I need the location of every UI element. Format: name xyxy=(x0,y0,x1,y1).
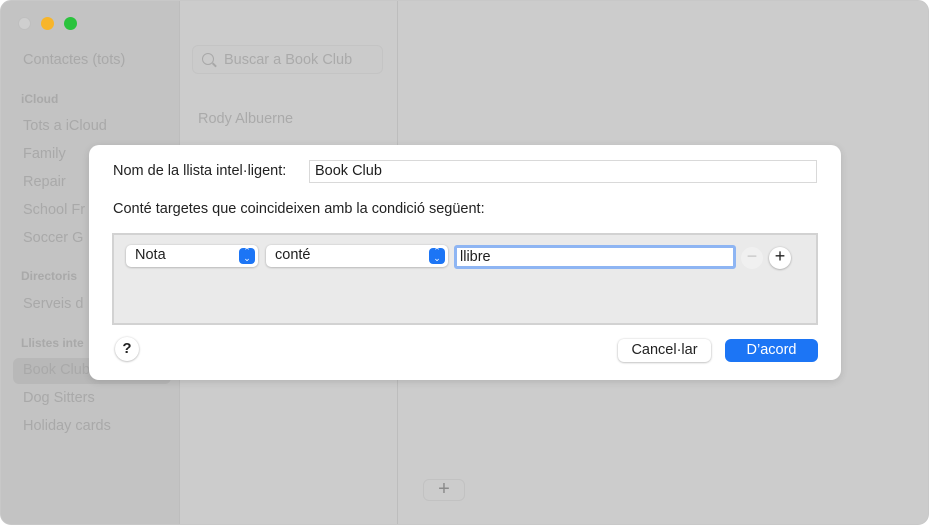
remove-rule-button[interactable]: − xyxy=(741,247,763,269)
sidebar-item[interactable]: School Fr xyxy=(23,202,85,218)
sidebar-item-selected[interactable]: Book Club xyxy=(23,362,90,378)
maximize-window-button[interactable] xyxy=(64,17,77,30)
minimize-window-button[interactable] xyxy=(41,17,54,30)
sidebar-item[interactable]: Holiday cards xyxy=(23,418,111,434)
popup-chevrons-icon: ⌃ ⌄ xyxy=(429,247,445,264)
sidebar-item[interactable]: Soccer G xyxy=(23,230,83,246)
list-name-field[interactable]: Book Club xyxy=(309,160,817,183)
contact-list-item[interactable]: Rody Albuerne xyxy=(198,111,293,127)
list-name-label: Nom de la llista intel·ligent: xyxy=(113,163,287,179)
condition-label: Conté targetes que coincideixen amb la c… xyxy=(113,201,485,217)
sidebar-section-smart-lists: Llistes inte xyxy=(21,336,84,350)
search-input[interactable]: Buscar a Book Club xyxy=(192,45,383,74)
sidebar-item[interactable]: Repair xyxy=(23,174,66,190)
operator-popup[interactable]: conté ⌃ ⌄ xyxy=(266,245,448,267)
popup-chevrons-icon: ⌃ ⌄ xyxy=(239,247,255,264)
search-icon xyxy=(202,53,214,65)
ok-button[interactable]: D’acord xyxy=(725,339,818,362)
cancel-button[interactable]: Cancel·lar xyxy=(618,339,711,362)
sidebar-item[interactable]: Tots a iCloud xyxy=(23,118,107,134)
search-placeholder: Buscar a Book Club xyxy=(224,52,353,68)
operator-popup-value: conté xyxy=(275,247,311,263)
field-popup[interactable]: Nota ⌃ ⌄ xyxy=(126,245,258,267)
field-popup-value: Nota xyxy=(135,247,166,263)
sidebar-item[interactable]: Serveis d xyxy=(23,296,83,312)
rules-box: Nota ⌃ ⌄ conté ⌃ ⌄ llibre − + xyxy=(112,233,818,325)
smart-list-dialog: Nom de la llista intel·ligent: Book Club… xyxy=(89,145,841,380)
sidebar-item[interactable]: Family xyxy=(23,146,66,162)
sidebar-item-all-contacts[interactable]: Contactes (tots) xyxy=(23,52,125,68)
rule-value-field[interactable]: llibre xyxy=(454,245,736,269)
sidebar-item[interactable]: Dog Sitters xyxy=(23,390,95,406)
add-rule-button[interactable]: + xyxy=(769,247,791,269)
sidebar-section-directories: Directoris xyxy=(21,269,78,283)
close-window-button[interactable] xyxy=(18,17,31,30)
sidebar-section-icloud: iCloud xyxy=(21,92,59,106)
help-button[interactable]: ? xyxy=(115,337,139,361)
add-contact-button[interactable]: + xyxy=(423,479,465,501)
